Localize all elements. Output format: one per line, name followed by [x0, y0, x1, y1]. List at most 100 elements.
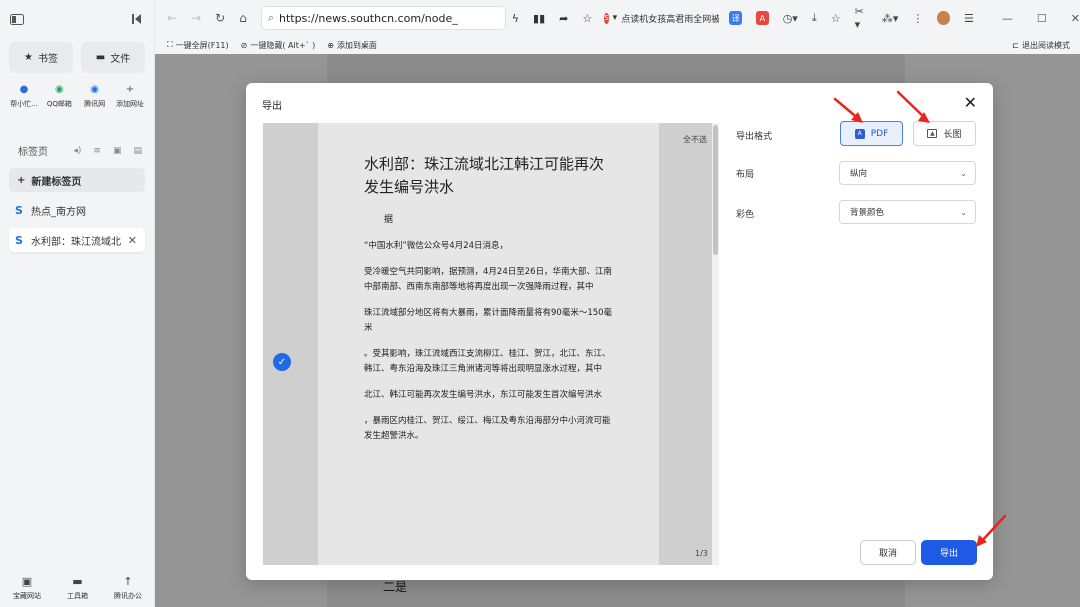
clean-icon[interactable]: ▤ [133, 146, 142, 156]
address-bar[interactable]: ⌕ https://news.southcn.com/node_ [260, 6, 506, 30]
tabs-heading: 标签页 [18, 147, 48, 158]
eye-off-icon: ⊘ [240, 40, 248, 50]
southcn-favicon-icon: S [15, 203, 23, 217]
article-paragraph: 。受其影响，珠江流域西江支流柳江、桂江、贺江，北江、东江、韩江、粤东沿海及珠江三… [364, 349, 611, 374]
toolbox-button[interactable]: ▬ 工具箱 [67, 575, 88, 601]
pdf-icon: A [854, 128, 865, 139]
folder-icon: ▬ [95, 52, 106, 63]
bookmarks-button[interactable]: ★ 书签 [9, 42, 73, 73]
translate-extension-icon[interactable]: 译 [729, 11, 743, 25]
bookmarks-label: 书签 [37, 54, 58, 65]
audio-icon[interactable]: ◂) [73, 146, 81, 156]
quick-apps: ● 帮小忙... ◉ QQ邮箱 ◉ 腾讯网 + 添加网址 [0, 81, 154, 109]
lightning-icon[interactable]: ϟ [512, 12, 519, 25]
history-icon[interactable]: ◷▾ [783, 12, 798, 25]
desktop-icon: ⊕ [327, 40, 334, 50]
page-indicator: 1/3 [695, 549, 708, 558]
sidebar-tab-hot[interactable]: S 热点_南方网 [9, 198, 145, 222]
menu-icon[interactable]: ☰ [964, 12, 974, 25]
maximize-icon[interactable]: ☐ [1037, 12, 1047, 25]
favorite-icon[interactable]: ☆ [582, 12, 592, 25]
blue-app-icon: ● [19, 83, 29, 95]
export-dialog: 导出 ✕ 水利部：珠江流域北江韩江可能再次发生编号洪水 据 “中国水利”微信公众… [246, 83, 993, 580]
search-icon: ⌕ [267, 11, 274, 24]
sidebar: ★ 书签 ▬ 文件 ● 帮小忙... ◉ QQ邮箱 ◉ 腾讯网 + 添加网址 标… [0, 0, 155, 607]
article-title: 水利部：珠江流域北江韩江可能再次发生编号洪水 [364, 155, 605, 196]
back-icon[interactable]: ← [167, 11, 177, 25]
chevron-down-icon: ⌄ [960, 168, 967, 178]
close-tab-icon[interactable]: ✕ [128, 234, 137, 247]
tabs-heading-row: 标签页 ◂) ≡ ▣ ▤ [0, 143, 154, 159]
add-to-desktop-button[interactable]: ⊕ 添加到桌面 [327, 40, 377, 51]
sidebar-tab-active[interactable]: S 水利部：珠江流域北江 ✕ [9, 228, 145, 252]
scissors-icon[interactable]: ✂▾ [855, 5, 868, 31]
close-icon[interactable]: ✕ [964, 93, 977, 112]
reader-mode-icon[interactable]: ▮▮ [533, 12, 545, 25]
files-label: 文件 [110, 54, 131, 65]
article-paragraph: 受冷暖空气共同影响，据预测，4月24日至26日，华南大部、江南中部南部、西南东南… [364, 267, 613, 292]
chevron-down-icon: ⌄ [960, 207, 967, 217]
image-icon: ▲ [927, 129, 938, 138]
color-select[interactable]: 背景颜色 ⌄ [839, 200, 976, 224]
southcn-favicon-icon: S [15, 233, 23, 247]
news-ticker[interactable]: S ▾ 点读机女孩高君雨全网被刮 [604, 12, 719, 25]
export-preview[interactable]: 水利部：珠江流域北江韩江可能再次发生编号洪水 据 “中国水利”微信公众号4月24… [263, 123, 719, 565]
article-author: 据 [384, 215, 394, 225]
plus-icon: + [125, 83, 135, 95]
sort-icon[interactable]: ≡ [93, 146, 101, 156]
reader-toolbar: ⛶ 一键全屏(F11) ⊘ 一键隐藏( Alt+` ) ⊕ 添加到桌面 ⊏ 退出… [155, 36, 1080, 54]
home-icon[interactable]: ⌂ [239, 11, 247, 25]
collapse-sidebar-icon[interactable] [128, 10, 146, 28]
reload-icon[interactable]: ↻ [215, 11, 225, 25]
export-button[interactable]: 导出 [921, 540, 977, 565]
window-icon[interactable]: ▣ [113, 146, 122, 156]
minimize-icon[interactable]: — [1002, 12, 1013, 25]
plus-icon: + [17, 174, 26, 186]
treasure-sites-button[interactable]: ▣ 宝藏网站 [13, 575, 41, 601]
exit-reader-icon: ⊏ [1012, 40, 1019, 50]
hide-button[interactable]: ⊘ 一键隐藏( Alt+` ) [241, 40, 316, 51]
cancel-button[interactable]: 取消 [860, 540, 916, 565]
close-window-icon[interactable]: ✕ [1071, 12, 1080, 25]
scrollbar-thumb[interactable] [713, 125, 718, 255]
star-icon: ★ [24, 52, 33, 63]
format-label: 导出格式 [736, 132, 773, 142]
article-paragraph: 北江、韩江可能再次发生编号洪水，东江可能发生首次编号洪水 [364, 390, 603, 400]
quick-app-tencent[interactable]: ◉ 腾讯网 [79, 81, 111, 109]
download-icon[interactable]: ⤓ [812, 11, 817, 25]
upload-icon: ↑ [123, 575, 133, 588]
format-pdf-button[interactable]: A PDF [840, 121, 903, 146]
dropdown-icon: ▾ [612, 13, 618, 23]
avatar[interactable] [937, 11, 951, 25]
pdf-extension-icon[interactable]: A [756, 11, 769, 25]
browser-toolbar: ← → ↻ ⌂ ⌕ https://news.southcn.com/node_… [155, 0, 1080, 36]
qq-mail-icon: ◉ [54, 83, 64, 95]
files-button[interactable]: ▬ 文件 [81, 42, 145, 73]
forward-icon[interactable]: → [191, 11, 201, 25]
fullscreen-button[interactable]: ⛶ 一键全屏(F11) [167, 40, 229, 51]
article-paragraph: “中国水利”微信公众号4月24日消息， [364, 241, 509, 251]
tencent-office-button[interactable]: ↑ 腾讯办公 [114, 575, 142, 601]
quick-app-add[interactable]: + 添加网址 [114, 81, 146, 109]
page-select-checkbox[interactable]: ✓ [273, 353, 291, 371]
article-paragraph: ，暴雨区内桂江、贺江、绥江、梅江及粤东沿海部分中小河流可能发生超警洪水。 [364, 416, 611, 441]
quick-app-helper[interactable]: ● 帮小忙... [8, 81, 40, 109]
deselect-all-button[interactable]: 全不选 [683, 134, 707, 145]
layout-label: 布局 [736, 170, 755, 180]
sidebar-toggle-icon[interactable] [8, 10, 26, 28]
share-icon[interactable]: ➦ [559, 12, 568, 25]
star-icon[interactable]: ☆ [831, 12, 841, 25]
extensions-icon[interactable]: ⁂▾ [882, 12, 899, 25]
dialog-title: 导出 [262, 101, 282, 112]
quick-app-qqmail[interactable]: ◉ QQ邮箱 [43, 81, 75, 109]
format-long-image-button[interactable]: ▲ 长图 [913, 121, 976, 146]
exit-reader-button[interactable]: ⊏ 退出阅读模式 [1012, 40, 1070, 51]
toolbox-icon: ▬ [72, 575, 83, 588]
sidebar-top [0, 0, 154, 38]
more-icon[interactable]: ⋮ [912, 12, 923, 25]
new-tab-button[interactable]: + 新建标签页 [9, 168, 145, 192]
layout-select[interactable]: 纵向 ⌄ [839, 161, 976, 185]
tencent-icon: ◉ [90, 83, 100, 95]
check-icon: ✓ [277, 356, 287, 368]
article-paragraph: 珠江流域部分地区将有大暴雨，累计面降雨量将有90毫米～150毫米 [364, 308, 613, 333]
